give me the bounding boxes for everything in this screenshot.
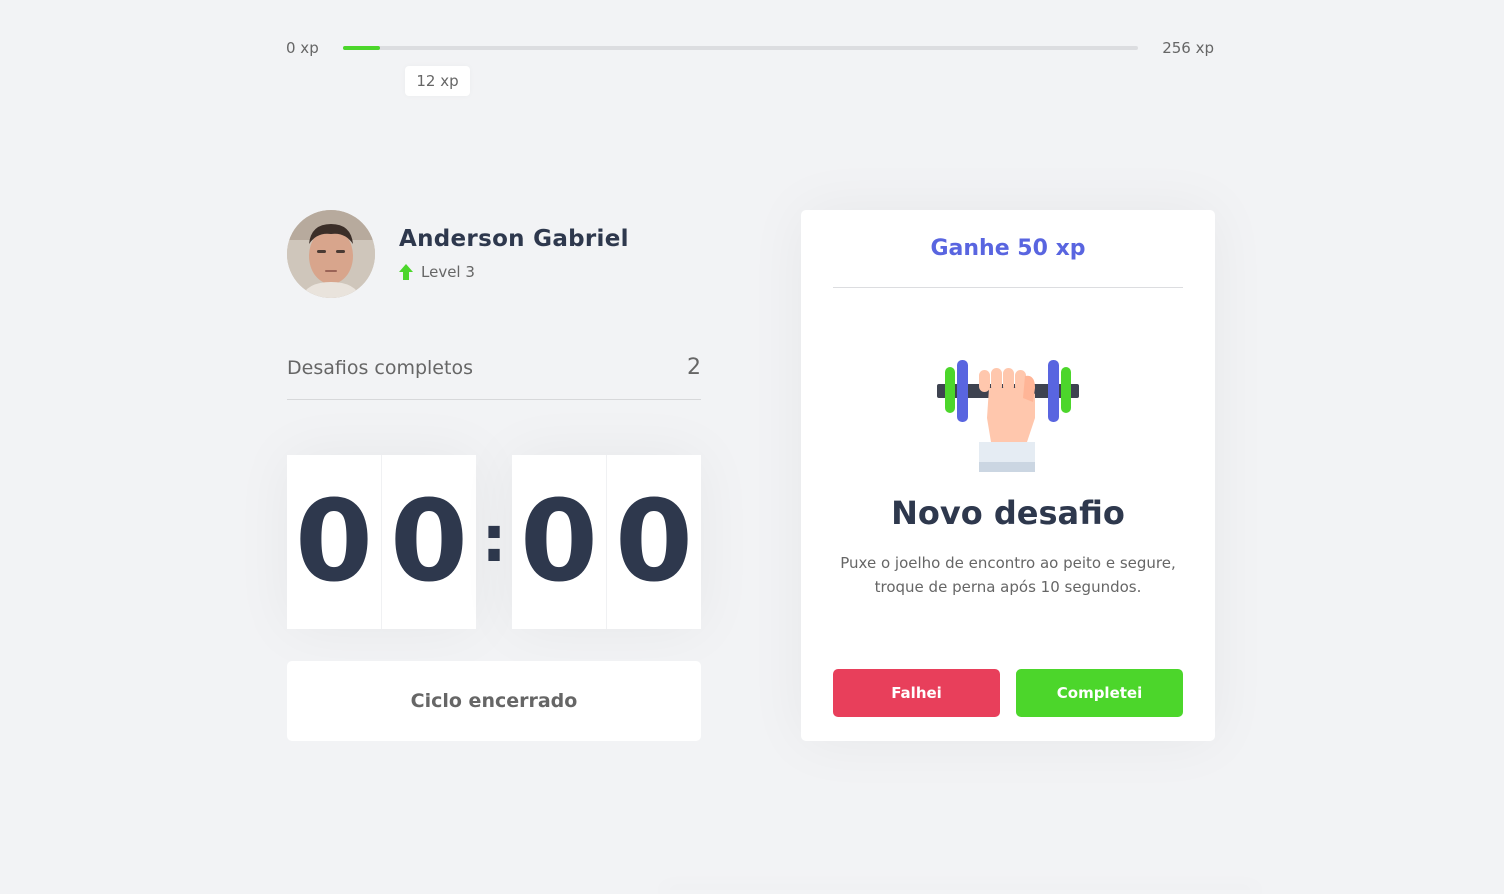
second-digit-right: 0 (615, 477, 693, 607)
avatar (287, 210, 375, 298)
cycle-finished-button[interactable]: Ciclo encerrado (287, 661, 701, 741)
minute-digit-left: 0 (287, 455, 382, 629)
profile-level: Level 3 (399, 262, 475, 282)
current-experience-badge: 12 xp (405, 66, 470, 96)
level-label: Level 3 (421, 263, 475, 281)
challenge-actions: Falhei Completei (833, 669, 1183, 717)
dumbbell-icon (937, 360, 1079, 472)
completed-challenges-count: 2 (687, 355, 701, 380)
experience-fill (343, 46, 381, 50)
minute-digit-right: 0 (390, 477, 468, 607)
challenge-title: Novo desafio (891, 494, 1125, 532)
completed-button[interactable]: Completei (1016, 669, 1183, 717)
level-up-arrow-icon (399, 264, 413, 280)
xp-min-label: 0 xp (286, 39, 319, 57)
bottom-shadow (660, 890, 1260, 894)
experience-track: 12 xp (343, 46, 1138, 96)
experience-bar: 0 xp 12 xp 256 xp (286, 38, 1214, 96)
challenge-description: Puxe o joelho de encontro ao peito e seg… (840, 554, 1176, 596)
failed-button[interactable]: Falhei (833, 669, 1000, 717)
countdown-separator: : (481, 503, 507, 577)
countdown: 0 0 : 0 0 (287, 455, 701, 629)
completed-challenges: Desafios completos 2 (287, 350, 701, 400)
challenge-card: Ganhe 50 xp Novo desafio Puxe o joelho d… (801, 210, 1215, 741)
second-digit-left: 0 (512, 455, 607, 629)
profile-name: Anderson Gabriel (399, 226, 629, 252)
profile: Anderson Gabriel Level 3 (287, 210, 701, 298)
countdown-minutes: 0 0 (287, 455, 476, 629)
xp-max-label: 256 xp (1162, 39, 1214, 57)
completed-challenges-label: Desafios completos (287, 357, 473, 379)
countdown-seconds: 0 0 (512, 455, 701, 629)
challenge-reward: Ganhe 50 xp (833, 210, 1183, 288)
